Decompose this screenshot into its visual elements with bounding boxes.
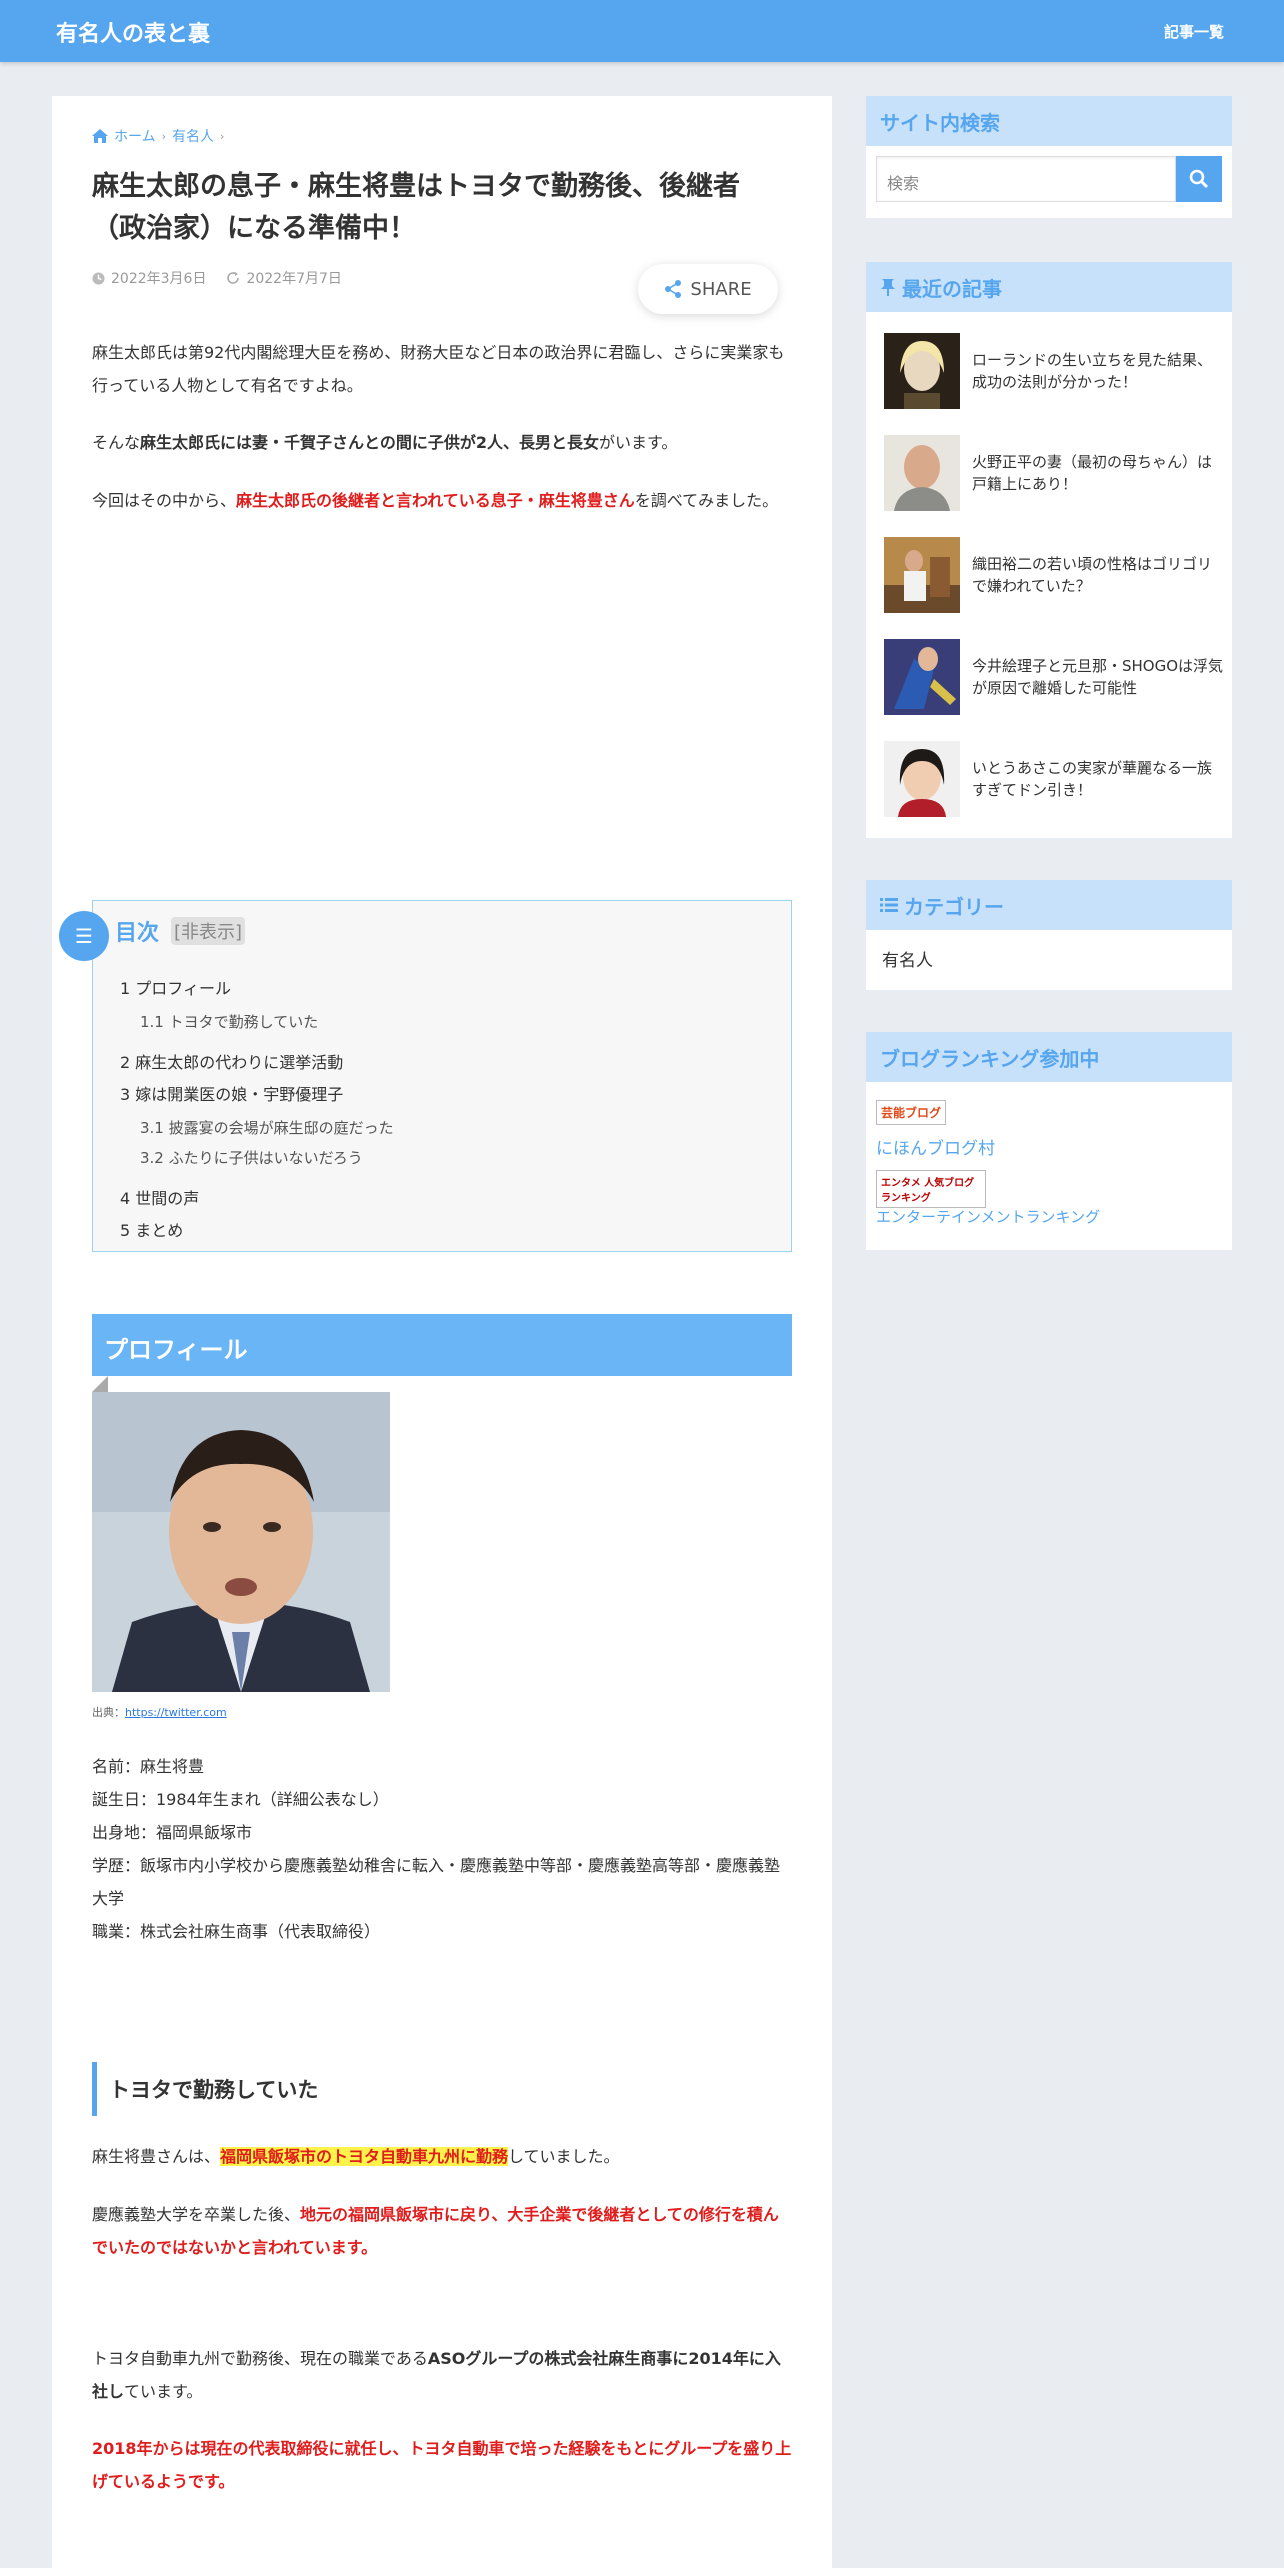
profile-name: 名前：麻生将豊 [92,1757,205,1776]
recent-post-title: 火野正平の妻（最初の母ちゃん）は戸籍上にあり！ [972,453,1213,493]
refresh-icon [227,272,240,284]
list-icon: ☰ [59,911,109,961]
toc-title: 目次 [非表示] [103,915,246,947]
recent-post-item[interactable]: 織田裕二の若い頃の性格はゴリゴリで嫌われていた？ [884,536,1224,614]
caption-link[interactable]: https://twitter.com [125,1706,227,1719]
ranking-badge-geinou[interactable]: 芸能ブログ [876,1100,947,1125]
clock-icon [92,271,105,285]
share-button[interactable]: SHARE [638,264,778,314]
toc-item[interactable]: 5 まとめ [120,1217,183,1241]
intro-paragraph-2: そんな麻生太郎氏には妻・千賀子さんとの間に子供が2人、長男と長女がいます。 [92,433,678,452]
toyota-paragraph-1: 麻生将豊さんは、福岡県飯塚市のトヨタ自動車九州に勤務していました。 [92,2147,620,2166]
toyota-paragraph-3: トヨタ自動車九州で勤務後、現在の職業であるASOグループの株式会社麻生商事に20… [92,2349,781,2401]
post-thumbnail [884,537,960,613]
post-thumbnail [884,333,960,409]
toc-item[interactable]: 1.1 トヨタで勤務していた [140,1011,318,1032]
search-icon [1189,169,1209,189]
ranking-link-entertainment[interactable]: エンターテインメントランキング [876,1206,1100,1227]
toc-toggle-button[interactable]: [非表示] [171,917,246,945]
article-title: 麻生太郎の息子・麻生将豊はトヨタで勤務後、後継者（政治家）になる準備中！ [92,171,740,244]
ranking-title: ブログランキング参加中 [866,1032,1232,1082]
recent-post-title: ローランドの生い立ちを見た結果、成功の法則が分かった！ [972,351,1213,391]
ranking-badge-entame[interactable]: エンタメ 人気ブログランキング [876,1170,986,1208]
intro-paragraph-1: 麻生太郎氏は第92代内閣総理大臣を務め、財務大臣など日本の政治界に君臨し、さらに… [92,343,785,395]
breadcrumb-category[interactable]: 有名人 [172,126,214,146]
pin-icon [881,279,895,296]
profile-hometown: 出身地：福岡県飯塚市 [92,1823,253,1842]
post-thumbnail [884,435,960,511]
category-title: カテゴリー [866,880,1232,930]
chevron-right-icon: › [220,129,225,143]
profile-birth: 誕生日：1984年生まれ（詳細公表なし） [92,1790,389,1809]
section-heading-toyota: トヨタで勤務していた [92,2062,792,2116]
list-icon [880,898,898,912]
article-dates: 2022年3月6日 2022年7月7日 [92,268,342,288]
recent-post-item[interactable]: 火野正平の妻（最初の母ちゃん）は戸籍上にあり！ [884,434,1224,512]
photo-caption: 出典：https://twitter.com [92,1706,227,1719]
recent-post-title: 今井絵理子と元旦那・SHOGOは浮気が原因で離婚した可能性 [972,657,1224,697]
recent-post-item[interactable]: ローランドの生い立ちを見た結果、成功の法則が分かった！ [884,332,1224,410]
share-icon [665,280,682,298]
updated-date: 2022年7月7日 [246,271,342,287]
ranking-link-nihon[interactable]: にほんブログ村 [876,1134,995,1159]
recent-post-title: 織田裕二の若い頃の性格はゴリゴリで嫌われていた？ [972,555,1213,595]
recent-posts-title: 最近の記事 [866,262,1232,312]
profile-job: 職業：株式会社麻生商事（代表取締役） [92,1922,381,1941]
toyota-paragraph-4: 2018年からは現在の代表取締役に就任し、トヨタ自動車で培った経験をもとにグルー… [92,2439,792,2491]
chevron-right-icon: › [161,129,166,143]
post-thumbnail [884,639,960,715]
profile-photo [92,1392,390,1692]
heading-corner [92,1376,108,1392]
toc-item[interactable]: 2 麻生太郎の代わりに選挙活動 [120,1049,343,1073]
category-item[interactable]: 有名人 [882,946,933,971]
site-title[interactable]: 有名人の表と裏 [56,16,210,48]
search-widget: サイト内検索 検索 [866,96,1232,218]
recent-post-title: いとうあさこの実家が華麗なる一族すぎてドン引き！ [972,759,1213,799]
nav-article-list[interactable]: 記事一覧 [1164,21,1224,42]
ranking-widget: ブログランキング参加中 芸能ブログ にほんブログ村 エンタメ 人気ブログランキン… [866,1032,1232,1250]
published-date: 2022年3月6日 [111,271,207,287]
search-widget-title: サイト内検索 [866,96,1232,146]
post-thumbnail [884,741,960,817]
home-icon [92,129,108,143]
share-label: SHARE [690,278,752,300]
toc-item[interactable]: 4 世間の声 [120,1185,199,1209]
toc-item[interactable]: 3.1 披露宴の会場が麻生邸の庭だった [140,1117,394,1138]
toc-item[interactable]: 1 プロフィール [120,975,231,999]
recent-post-item[interactable]: 今井絵理子と元旦那・SHOGOは浮気が原因で離婚した可能性 [884,638,1224,716]
breadcrumb-home[interactable]: ホーム [114,126,156,146]
intro-paragraph-3: 今回はその中から、麻生太郎氏の後継者と言われている息子・麻生将豊さんを調べてみま… [92,491,779,510]
section-heading-profile: プロフィール [92,1314,792,1376]
table-of-contents: ☰ 目次 [非表示] 1 プロフィール 1.1 トヨタで勤務していた 2 麻生太… [59,900,792,1252]
category-widget: カテゴリー 有名人 [866,880,1232,990]
recent-post-item[interactable]: いとうあさこの実家が華麗なる一族すぎてドン引き！ [884,740,1224,818]
toc-item[interactable]: 3 嫁は開業医の娘・宇野優理子 [120,1081,343,1105]
article-main: ホーム › 有名人 › 麻生太郎の息子・麻生将豊はトヨタで勤務後、後継者（政治家… [52,96,832,2568]
toc-item[interactable]: 3.2 ふたりに子供はいないだろう [140,1147,363,1168]
toyota-paragraph-2: 慶應義塾大学を卒業した後、地元の福岡県飯塚市に戻り、大手企業で後継者としての修行… [92,2205,779,2257]
profile-education: 学歴：飯塚市内小学校から慶應義塾幼稚舎に転入・慶應義塾中等部・慶應義塾高等部・慶… [92,1856,781,1908]
site-header: 有名人の表と裏 記事一覧 [0,0,1284,62]
recent-posts-widget: 最近の記事 ローランドの生い立ちを見た結果、成功の法則が分かった！ 火野正平の妻… [866,262,1232,838]
breadcrumb: ホーム › 有名人 › [92,126,224,146]
search-input[interactable]: 検索 [876,156,1176,202]
search-button[interactable] [1176,156,1222,202]
